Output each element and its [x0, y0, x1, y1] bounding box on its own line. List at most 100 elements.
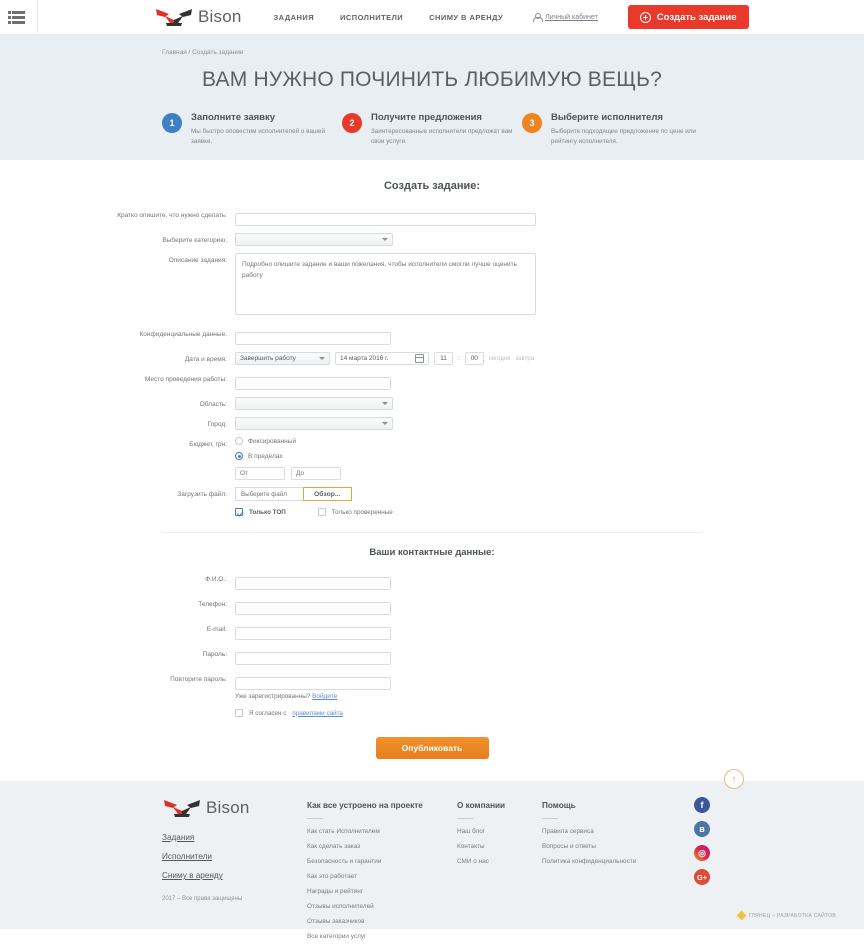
radio-fixed-icon[interactable]	[235, 437, 243, 445]
page-title: ВАМ НУЖНО ПОЧИНИТЬ ЛЮБИМУЮ ВЕЩЬ?	[202, 68, 662, 91]
account-link[interactable]: Личный кабинет	[533, 12, 598, 22]
footer-column-company: О компании Наш блог Контакты СМИ о нас	[457, 797, 542, 948]
footer-link[interactable]: Правила сервиса	[542, 828, 682, 835]
vk-icon[interactable]: в	[694, 821, 710, 837]
checkbox-agree[interactable]	[235, 709, 243, 717]
login-link[interactable]: Войдите	[312, 693, 337, 700]
place-input[interactable]	[235, 377, 391, 390]
date-input[interactable]: 14 марта 2016 г.	[335, 352, 429, 365]
region-select[interactable]	[235, 397, 393, 410]
footer-nav-performers[interactable]: Исполнители	[162, 852, 307, 861]
budget-range-label: В пределах	[248, 452, 283, 460]
step-text: Мы быстро оповестим исполнителей о вашей…	[191, 128, 326, 146]
breadcrumb[interactable]: Главная / Создать задание	[162, 45, 702, 56]
title-rule	[457, 818, 473, 819]
budget-fixed-option[interactable]: Фиксированный	[235, 437, 864, 445]
radio-range-icon[interactable]	[235, 452, 243, 460]
steps-list: 1 Заполните заявку Мы быстро оповестим и…	[162, 112, 702, 148]
filters-checkboxes: Только ТОП Только проверенные	[235, 508, 864, 516]
title-rule	[307, 818, 323, 819]
nav-item-tasks[interactable]: ЗАДАНИЯ	[274, 13, 315, 22]
footer-link[interactable]: Как это работает	[307, 873, 457, 880]
step-title: Выберите исполнителя	[551, 112, 663, 123]
short-description-input[interactable]	[235, 213, 536, 226]
footer-link[interactable]: Безопасность и гарантии	[307, 858, 457, 865]
short-description-label: Кратко опишите, что нужно сделать:	[117, 212, 227, 219]
field-city: Город:	[0, 417, 864, 430]
footer-nav: Задания Исполнители Сниму в аренду	[162, 833, 307, 880]
scroll-to-top-button[interactable]: ↑	[724, 769, 744, 789]
fullname-input[interactable]	[235, 577, 391, 590]
confidential-label: Конфиденциальные данные:	[139, 331, 227, 338]
bison-logo-icon	[162, 797, 202, 819]
developer-credit[interactable]: ГЛЯНЕЦ – РАЗРАБОТКА САЙТОВ	[736, 910, 836, 921]
password-input[interactable]	[235, 652, 391, 665]
city-select[interactable]	[235, 417, 393, 430]
confidential-input[interactable]	[235, 332, 391, 345]
facebook-icon[interactable]: f	[694, 797, 710, 813]
footer-nav-tasks[interactable]: Задания	[162, 833, 307, 842]
password-repeat-label: Повторите пароль:	[170, 676, 227, 683]
hour-input[interactable]: 11	[434, 352, 453, 365]
footer-logo[interactable]: Bison	[162, 797, 307, 819]
hamburger-icon[interactable]	[8, 10, 25, 24]
footer-link[interactable]: Вопросы и ответы	[542, 843, 682, 850]
password-repeat-input[interactable]	[235, 677, 391, 690]
checkbox-only-verified[interactable]	[317, 508, 326, 516]
footer-logo-text: Bison	[206, 798, 250, 817]
footer-link[interactable]: Как стать Исполнителем	[307, 828, 457, 835]
social-links: f в ◎ G+	[694, 797, 710, 885]
create-task-label: Создать задание	[656, 11, 737, 23]
calendar-icon[interactable]	[415, 354, 424, 363]
tomorrow-link[interactable]: завтра	[515, 356, 534, 362]
phone-label: Телефон:	[198, 601, 227, 608]
footer-link[interactable]: СМИ о нас	[457, 858, 542, 865]
sidebar-toggle[interactable]	[0, 0, 38, 35]
footer-link[interactable]: Награды и рейтинг	[307, 888, 457, 895]
site-logo[interactable]: Bison	[154, 6, 242, 28]
browse-button[interactable]: Обзор...	[303, 487, 352, 501]
description-textarea[interactable]	[235, 253, 536, 315]
footer-link[interactable]: Контакты	[457, 843, 542, 850]
budget-from-input[interactable]	[235, 467, 285, 480]
step-number: 3	[522, 113, 542, 133]
description-label: Описание задания:	[168, 257, 227, 264]
footer-link[interactable]: Наш блог	[457, 828, 542, 835]
title-rule	[542, 818, 558, 819]
footer-nav-rent[interactable]: Сниму в аренду	[162, 871, 307, 880]
footer-link[interactable]: Политика конфиденциальности	[542, 858, 682, 865]
email-label: E-mail:	[206, 626, 227, 633]
instagram-icon[interactable]: ◎	[694, 845, 710, 861]
category-select[interactable]	[235, 233, 393, 246]
chevron-down-icon	[382, 402, 388, 405]
phone-input[interactable]	[235, 602, 391, 615]
publish-button[interactable]: Опубликовать	[375, 737, 489, 759]
footer-link[interactable]: Все категории услуг	[307, 933, 457, 940]
nav-item-rent[interactable]: СНИМУ В АРЕНДУ	[429, 13, 503, 22]
today-link[interactable]: сегодня	[489, 356, 511, 362]
budget-range-option[interactable]: В пределах	[235, 452, 864, 460]
footer-column-help: Помощь Правила сервиса Вопросы и ответы …	[542, 797, 682, 948]
site-rules-link[interactable]: правилами сайта	[292, 710, 343, 717]
only-top-label: Только ТОП	[249, 508, 286, 516]
plus-circle-icon	[639, 11, 651, 23]
field-budget: Бюджет, грн: Фиксированный В пределах	[0, 437, 864, 480]
checkbox-only-top[interactable]	[235, 508, 243, 516]
bison-logo-icon	[154, 6, 194, 28]
footer-column-title: Помощь	[542, 801, 576, 810]
email-input[interactable]	[235, 627, 391, 640]
nav-item-performers[interactable]: ИСПОЛНИТЕЛИ	[340, 13, 403, 22]
datetime-mode-select[interactable]: Завершить работу	[235, 352, 330, 365]
budget-to-input[interactable]	[291, 467, 341, 480]
googleplus-icon[interactable]: G+	[694, 869, 710, 885]
file-upload-control[interactable]: Выберите файл Обзор...	[235, 487, 864, 501]
footer-link[interactable]: Отзывы заказчиков	[307, 918, 457, 925]
create-task-button[interactable]: Создать задание	[627, 5, 749, 29]
minute-input[interactable]: 00	[464, 352, 484, 365]
footer-link[interactable]: Отзывы исполнителей	[307, 903, 457, 910]
footer-link[interactable]: Как сделать заказ	[307, 843, 457, 850]
credit-text: ГЛЯНЕЦ – РАЗРАБОТКА САЙТОВ	[748, 912, 836, 919]
cabinet-label[interactable]: Личный кабинет	[545, 14, 598, 21]
hero-section: Главная / Создать задание ВАМ НУЖНО ПОЧИ…	[0, 35, 864, 160]
form-title: Создать задание:	[383, 180, 481, 192]
